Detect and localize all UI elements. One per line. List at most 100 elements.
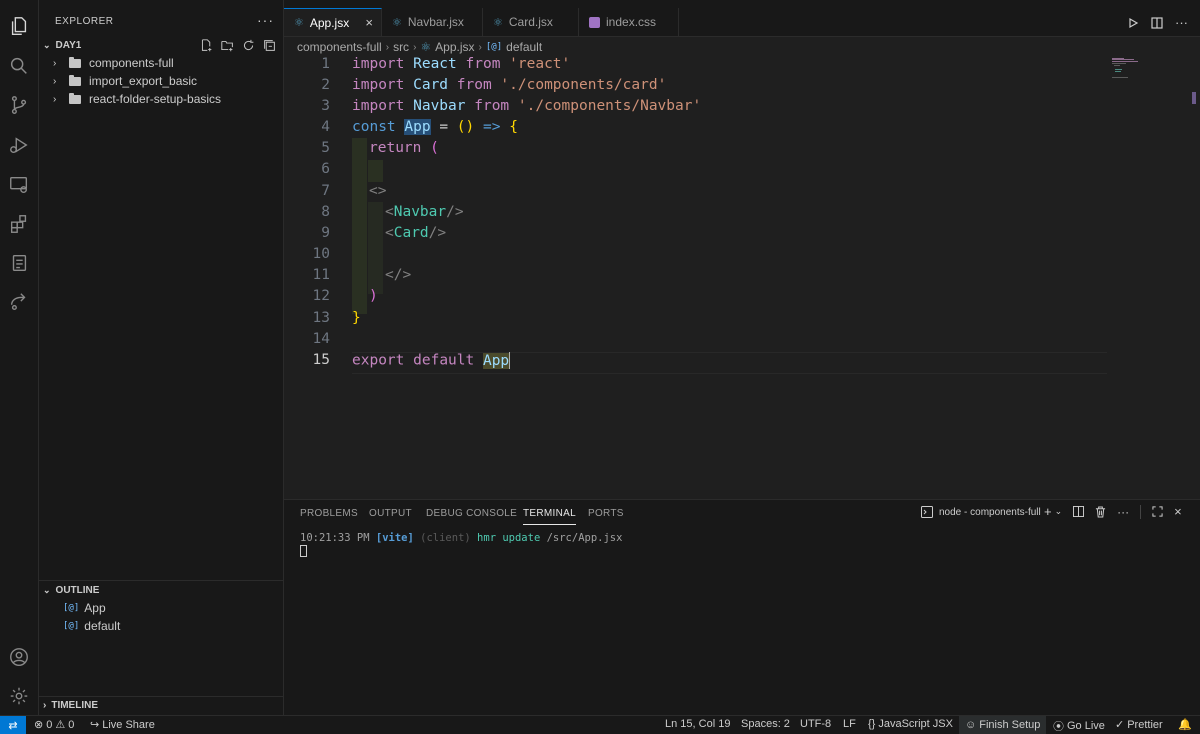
source-control-icon[interactable] [7, 93, 31, 117]
outline-item-default[interactable]: [@] default [63, 617, 120, 635]
more-actions-icon[interactable]: ··· [1117, 505, 1129, 519]
timeline-header[interactable]: › TIMELINE [43, 700, 98, 711]
eol-status[interactable]: LF [843, 718, 856, 730]
indent-guide-highlight [368, 160, 383, 182]
refresh-icon[interactable] [242, 39, 255, 52]
react-icon: ⚛ [294, 17, 304, 29]
extensions-icon[interactable] [7, 212, 31, 236]
new-terminal-icon[interactable]: + [1044, 504, 1052, 519]
react-icon: ⚛ [392, 16, 402, 29]
encoding-status[interactable]: UTF-8 [800, 718, 831, 730]
terminal-cursor[interactable] [300, 545, 307, 557]
code-line: </> [385, 267, 412, 283]
new-file-icon[interactable] [200, 39, 213, 52]
folder-item[interactable]: › import_export_basic [53, 72, 197, 90]
chevron-right-icon: › [385, 41, 390, 53]
run-debug-icon[interactable] [7, 133, 31, 157]
terminal-output-line: 10:21:33 PM [vite] (client) hmr update /… [300, 532, 623, 544]
explorer-title: EXPLORER [55, 16, 114, 27]
explorer-actions [200, 39, 276, 52]
breadcrumb-item[interactable]: components-full [297, 40, 382, 54]
line-number: 7 [321, 183, 330, 199]
problems-status[interactable]: ⊗ 0 ⚠ 0 [34, 718, 74, 732]
divider [39, 580, 283, 581]
tab-terminal[interactable]: TERMINAL [523, 508, 576, 525]
maximize-panel-icon[interactable] [1152, 506, 1163, 517]
line-number: 3 [321, 98, 330, 114]
tab-index-css[interactable]: index.css [579, 8, 679, 36]
folder-item[interactable]: › components-full [53, 54, 174, 72]
breadcrumb-item[interactable]: default [506, 40, 542, 54]
more-actions-icon[interactable]: ··· [257, 12, 274, 28]
tab-app-jsx[interactable]: ⚛ App.jsx × [284, 8, 382, 36]
search-icon[interactable] [7, 54, 31, 78]
chevron-down-icon[interactable]: ⌄ [1055, 506, 1063, 517]
prettier-status[interactable]: ✓ Prettier [1115, 718, 1163, 732]
live-share-icon[interactable] [7, 290, 31, 314]
indentation-status[interactable]: Spaces: 2 [741, 718, 790, 730]
chevron-right-icon: › [413, 41, 417, 53]
variable-symbol-icon: [@] [63, 603, 80, 613]
bottom-panel: PROBLEMS OUTPUT DEBUG CONSOLE TERMINAL P… [284, 499, 1200, 716]
remote-explorer-icon[interactable] [7, 173, 31, 197]
tab-ports[interactable]: PORTS [588, 508, 624, 519]
line-number: 5 [321, 140, 330, 156]
breadcrumb-item[interactable]: App.jsx [435, 40, 474, 54]
remote-indicator-icon[interactable]: ⇄ [0, 716, 26, 734]
tab-output[interactable]: OUTPUT [369, 508, 412, 519]
cursor-position[interactable]: Ln 15, Col 19 [665, 718, 730, 730]
more-actions-icon[interactable]: ··· [1175, 15, 1188, 30]
split-terminal-icon[interactable] [1073, 506, 1085, 517]
tab-card-jsx[interactable]: ⚛ Card.jsx [483, 8, 579, 36]
line-number: 10 [312, 246, 330, 262]
language-mode[interactable]: {} JavaScript JSX [868, 718, 953, 730]
indent-guide-highlight [368, 202, 383, 294]
activity-bar [0, 0, 39, 715]
line-number: 2 [321, 77, 330, 93]
code-editor[interactable]: 1 2 3 4 5 6 7 8 9 10 11 12 13 14 15 impo… [284, 56, 1200, 498]
finish-setup-button[interactable]: ☺ Finish Setup [959, 716, 1047, 734]
account-icon[interactable] [7, 645, 31, 669]
code-line: import React from 'react' [352, 56, 571, 72]
line-number: 13 [312, 310, 330, 326]
new-folder-icon[interactable] [221, 39, 234, 52]
minimap[interactable] [1110, 56, 1186, 96]
sidebar: EXPLORER ··· ⌄ DAY1 › components-full › … [39, 0, 284, 715]
scrollbar-thumb[interactable] [1192, 92, 1196, 104]
outline-header[interactable]: ⌄ OUTLINE [43, 585, 99, 596]
run-icon[interactable] [1127, 17, 1139, 29]
notifications-bell-icon[interactable]: 🔔 [1178, 718, 1192, 731]
code-line: return ( [369, 140, 439, 156]
chevron-down-icon: ⌄ [43, 40, 51, 50]
settings-gear-icon[interactable] [7, 684, 31, 708]
explorer-icon[interactable] [7, 14, 31, 38]
tab-navbar-jsx[interactable]: ⚛ Navbar.jsx [382, 8, 483, 36]
code-line: <Navbar/> [385, 204, 464, 220]
folder-item[interactable]: › react-folder-setup-basics [53, 90, 221, 108]
tab-problems[interactable]: PROBLEMS [300, 508, 358, 519]
warning-icon: ⚠ [55, 719, 66, 731]
live-share-status[interactable]: ↪ Live Share [90, 718, 155, 732]
code-line: <> [369, 183, 387, 199]
double-check-icon: ✓ [1115, 719, 1125, 731]
terminal-selector[interactable]: node - components-full [921, 506, 1041, 518]
workspace-root[interactable]: ⌄ DAY1 [43, 40, 81, 51]
line-number: 14 [312, 331, 330, 347]
collapse-all-icon[interactable] [263, 39, 276, 52]
text-cursor [509, 352, 511, 369]
breadcrumb-item[interactable]: src [393, 40, 409, 54]
close-panel-icon[interactable]: × [1174, 504, 1182, 519]
trash-icon[interactable] [1095, 505, 1106, 518]
folder-icon [69, 74, 81, 86]
tab-debug-console[interactable]: DEBUG CONSOLE [426, 508, 517, 519]
line-number: 6 [321, 161, 330, 177]
go-live-button[interactable]: ⦿ Go Live [1053, 718, 1105, 734]
editor-actions: ··· [1127, 15, 1188, 30]
copilot-icon: ☺ [965, 719, 977, 731]
close-icon[interactable]: × [365, 15, 373, 30]
split-editor-icon[interactable] [1151, 16, 1163, 29]
outline-item-app[interactable]: [@] App [63, 599, 106, 617]
testing-icon[interactable] [7, 251, 31, 275]
react-icon: ⚛ [420, 40, 432, 54]
status-bar: ⇄ ⊗ 0 ⚠ 0 ↪ Live Share Ln 15, Col 19 Spaces… [0, 715, 1200, 734]
